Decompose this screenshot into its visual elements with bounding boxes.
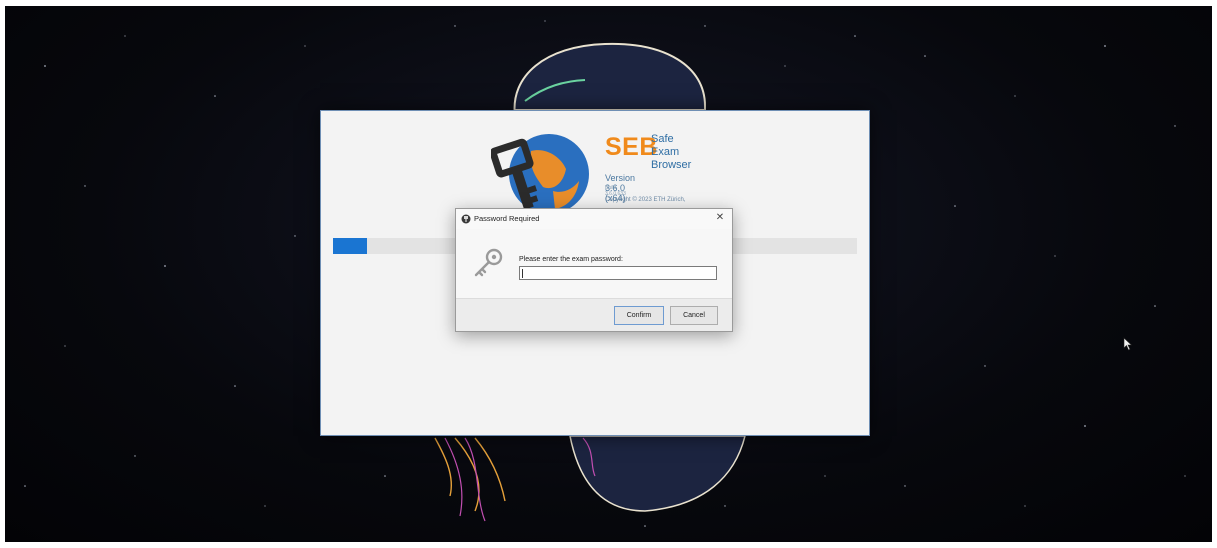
brand-title: SEB [605, 133, 658, 161]
brand-name-line1: Safe [651, 133, 674, 145]
seb-app-icon [461, 214, 471, 224]
brand-name-line2: Exam [651, 146, 680, 158]
loading-progress-fill [333, 238, 368, 254]
brand-name-line3: Browser [651, 159, 692, 171]
dialog-title: Password Required [474, 214, 540, 223]
mouse-cursor-icon [1123, 337, 1133, 351]
brand-name: Safe Exam Browser [651, 133, 691, 172]
password-dialog: Password Required ✕ Please enter the exa… [455, 208, 733, 332]
close-icon[interactable]: ✕ [714, 212, 726, 224]
text-caret [522, 269, 523, 278]
cancel-button[interactable]: Cancel [670, 306, 718, 325]
seb-globe-key-icon [491, 134, 589, 214]
build-text: Build 3.6.0.633 [605, 185, 626, 197]
copyright-text: Copyright © 2023 ETH Zürich, [605, 197, 686, 203]
dialog-titlebar: Password Required ✕ [456, 209, 732, 229]
password-input[interactable] [519, 266, 717, 280]
desktop-wallpaper: SEB Safe Exam Browser Version 3.6.0 (x64… [5, 6, 1212, 542]
password-prompt: Please enter the exam password: [519, 256, 623, 263]
key-icon [474, 248, 503, 277]
confirm-button[interactable]: Confirm [614, 306, 664, 325]
